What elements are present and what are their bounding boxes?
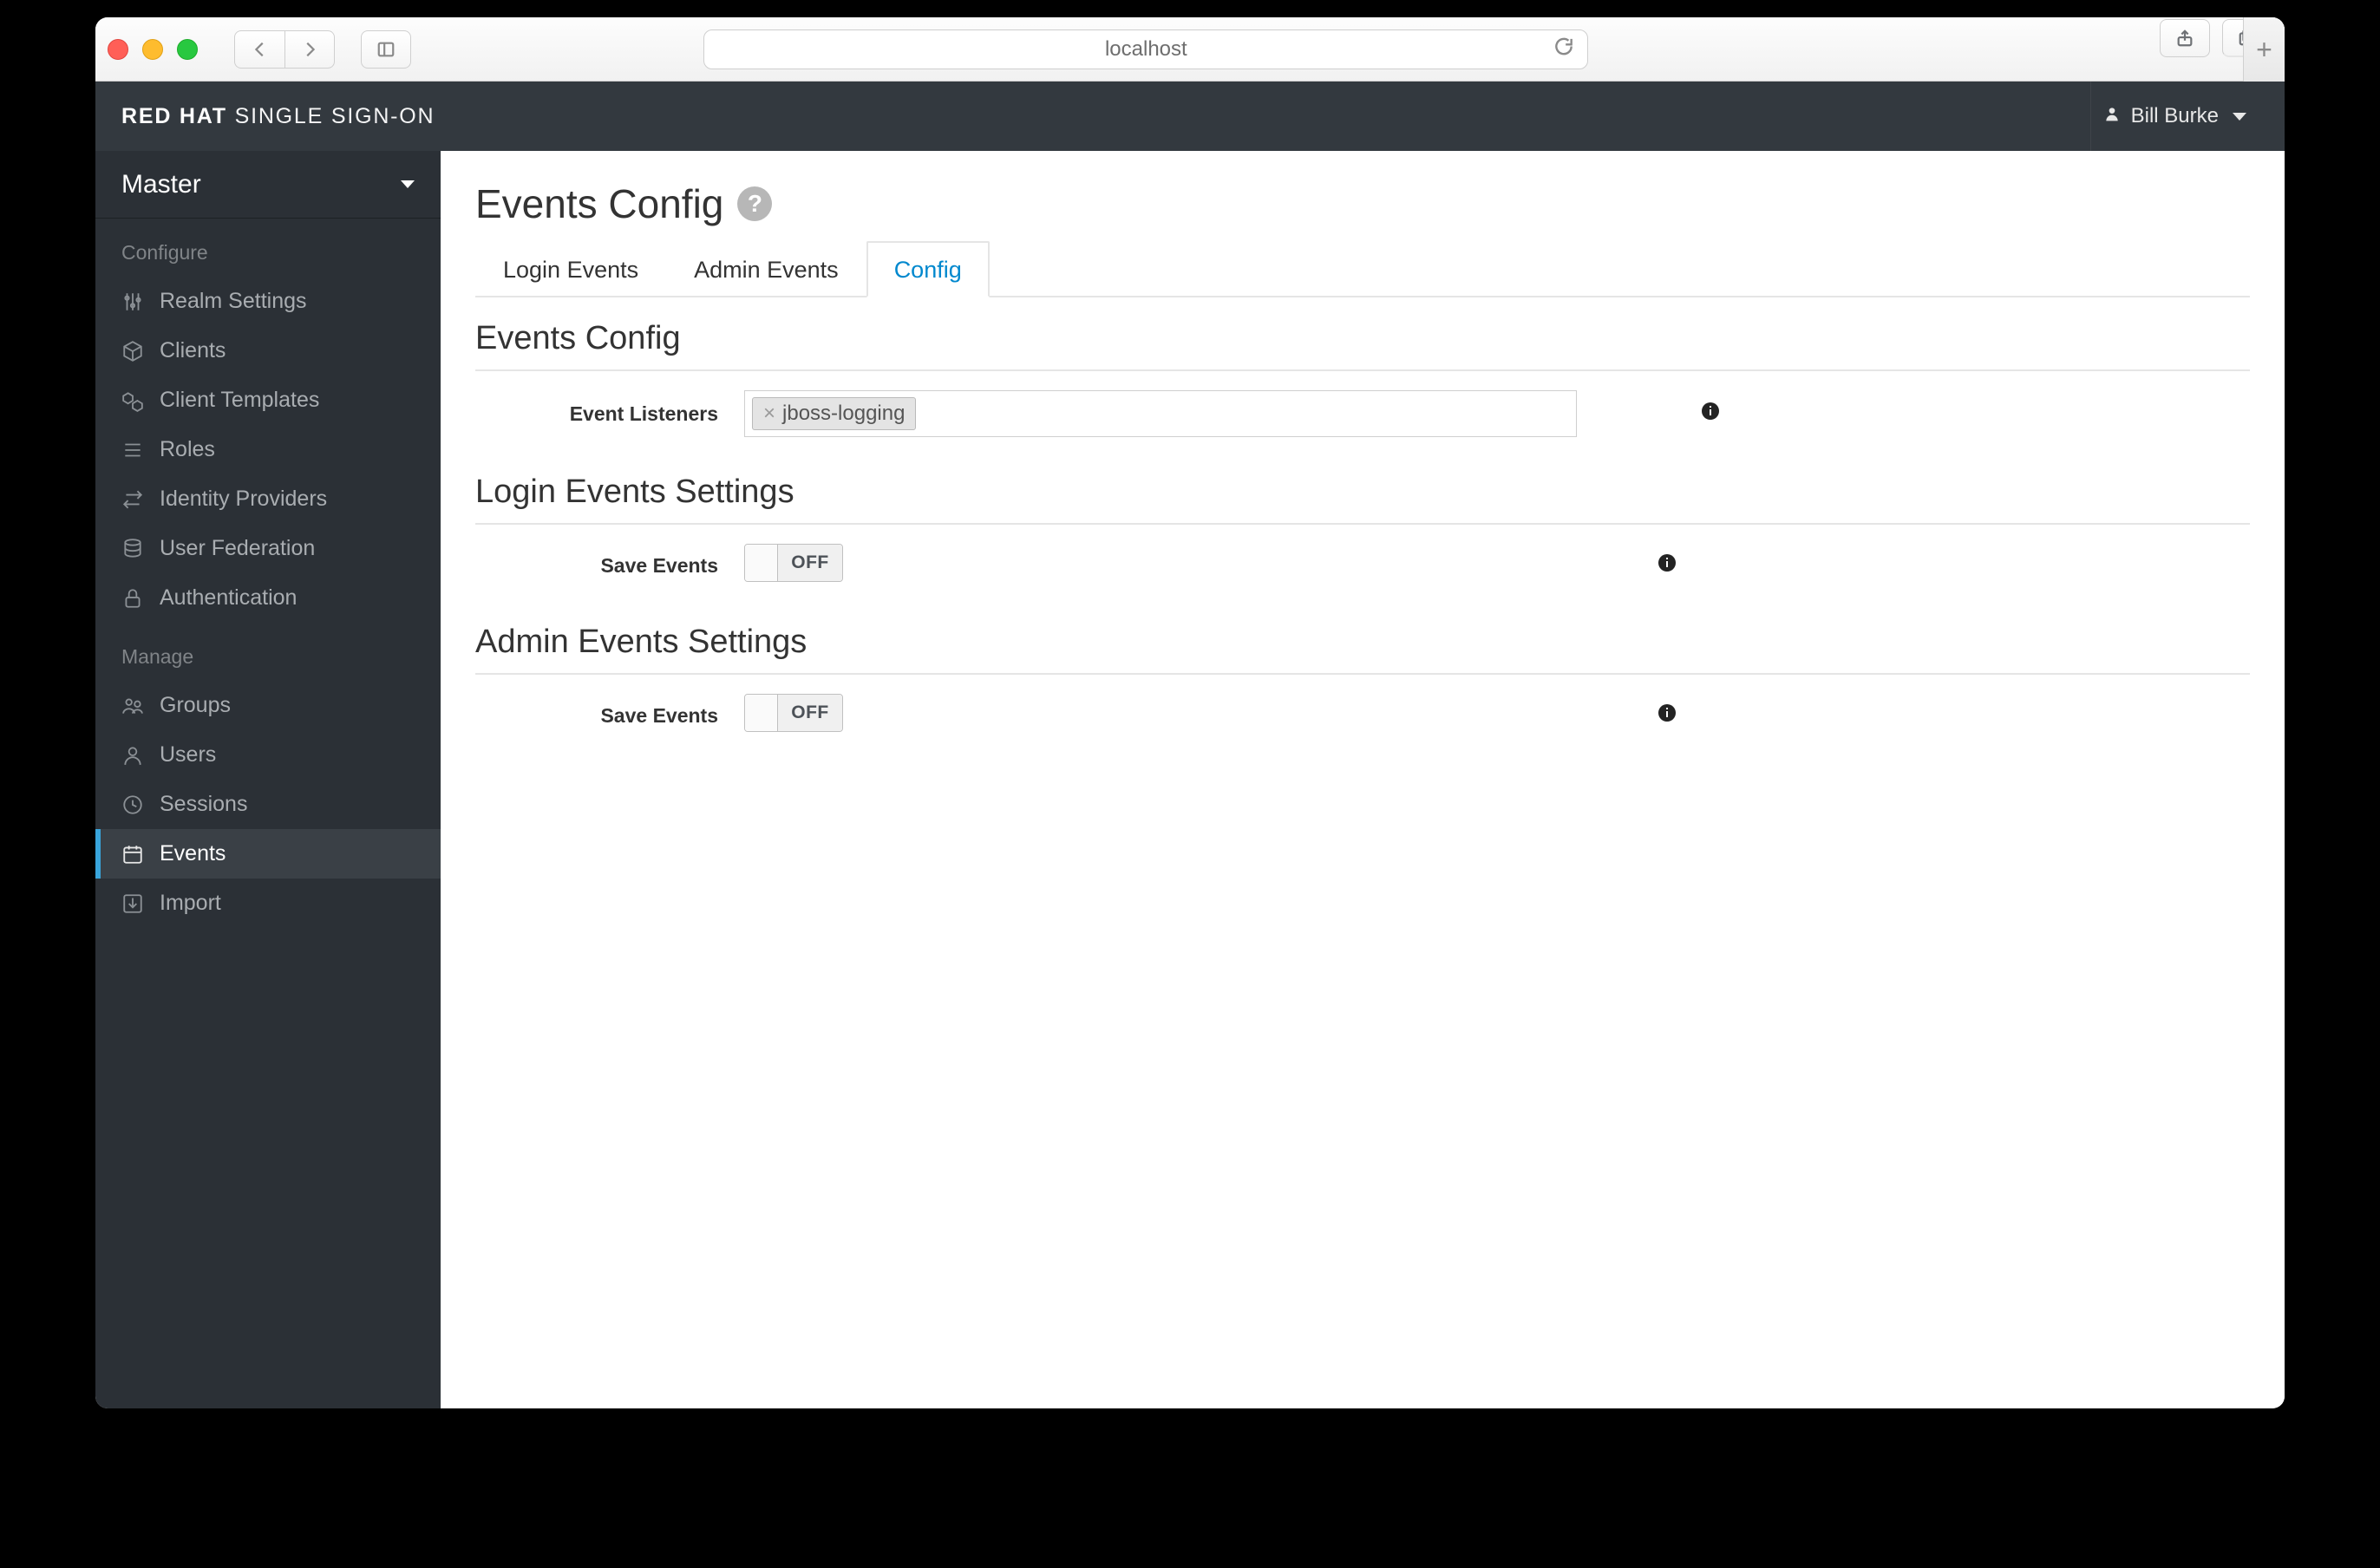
user-menu[interactable]: Bill Burke [2090, 82, 2259, 151]
calendar-icon [121, 843, 144, 866]
toggle-state: OFF [778, 695, 842, 731]
group-icon [121, 695, 144, 717]
sidebar-item-roles[interactable]: Roles [95, 425, 441, 474]
sidebar-item-realm-settings[interactable]: Realm Settings [95, 277, 441, 326]
sidebar-item-clients[interactable]: Clients [95, 326, 441, 376]
brand-thin: SINGLE SIGN-ON [235, 104, 435, 128]
fullscreen-window-button[interactable] [177, 39, 198, 60]
main-content: Events Config ? Login Events Admin Event… [441, 151, 2285, 1408]
minimize-window-button[interactable] [142, 39, 163, 60]
label-event-listeners: Event Listeners [475, 402, 744, 426]
toggle-admin-save-events[interactable]: OFF [744, 694, 843, 732]
browser-window: localhost + RED HAT SINGLE SIGN-ON Bill … [95, 17, 2285, 1408]
cubes-icon [121, 389, 144, 412]
sidebar-item-label: Client Templates [160, 388, 319, 413]
chip-label: jboss-logging [782, 402, 905, 426]
row-admin-save-events: Save Events OFF [475, 678, 2250, 753]
lock-icon [121, 587, 144, 610]
window-controls [108, 39, 198, 60]
sidebar-toggle-button[interactable] [361, 30, 411, 69]
sidebar-item-groups[interactable]: Groups [95, 681, 441, 730]
toggle-knob [745, 545, 778, 581]
toggle-state: OFF [778, 545, 842, 581]
sidebar-item-import[interactable]: Import [95, 879, 441, 928]
sidebar-item-label: Identity Providers [160, 487, 327, 512]
sidebar-item-label: Users [160, 742, 216, 768]
new-tab-button[interactable]: + [2243, 17, 2285, 82]
reload-icon[interactable] [1553, 35, 1575, 63]
brand-logo: RED HAT SINGLE SIGN-ON [121, 104, 435, 129]
sidebar-item-label: Groups [160, 693, 231, 718]
realm-name: Master [121, 170, 201, 199]
exchange-icon [121, 488, 144, 511]
tabs: Login Events Admin Events Config [475, 241, 2250, 297]
info-icon[interactable] [1657, 552, 1677, 573]
chevron-down-icon [401, 180, 415, 188]
sidebar-item-label: User Federation [160, 536, 315, 561]
browser-chrome: localhost + [95, 17, 2285, 82]
section-label-manage: Manage [95, 623, 441, 681]
sidebar-item-label: Events [160, 841, 226, 866]
sliders-icon [121, 291, 144, 313]
tab-login-events[interactable]: Login Events [475, 241, 666, 297]
help-icon[interactable]: ? [737, 186, 772, 221]
list-icon [121, 439, 144, 461]
sidebar: Master Configure Realm Settings Clients [95, 151, 441, 1408]
tab-label: Admin Events [694, 257, 839, 283]
user-icon [121, 744, 144, 767]
nav-buttons [234, 30, 335, 69]
toggle-login-save-events[interactable]: OFF [744, 544, 843, 582]
forward-button[interactable] [284, 30, 335, 69]
brand-bold: RED HAT [121, 104, 227, 128]
sidebar-item-label: Realm Settings [160, 289, 307, 314]
sidebar-item-label: Roles [160, 437, 215, 462]
sidebar-item-authentication[interactable]: Authentication [95, 573, 441, 623]
event-listeners-input[interactable]: × jboss-logging [744, 390, 1577, 437]
address-bar[interactable]: localhost [703, 29, 1588, 69]
row-event-listeners: Event Listeners × jboss-logging [475, 375, 2250, 453]
chevron-down-icon [2233, 113, 2246, 121]
clock-icon [121, 794, 144, 816]
info-icon[interactable] [1700, 401, 1721, 421]
remove-chip-icon[interactable]: × [763, 403, 775, 424]
database-icon [121, 538, 144, 560]
toggle-knob [745, 695, 778, 731]
section-events-config: Events Config [475, 320, 2250, 371]
page-title-text: Events Config [475, 180, 723, 227]
section-label-configure: Configure [95, 219, 441, 277]
label-admin-save-events: Save Events [475, 704, 744, 728]
sidebar-item-user-federation[interactable]: User Federation [95, 524, 441, 573]
sidebar-item-label: Sessions [160, 792, 247, 817]
address-text: localhost [1105, 37, 1187, 62]
sidebar-item-label: Clients [160, 338, 226, 363]
sidebar-item-client-templates[interactable]: Client Templates [95, 376, 441, 425]
sidebar-item-label: Authentication [160, 585, 297, 611]
share-button[interactable] [2160, 19, 2210, 57]
page-title: Events Config ? [475, 180, 2250, 227]
label-login-save-events: Save Events [475, 554, 744, 578]
row-login-save-events: Save Events OFF [475, 528, 2250, 603]
sidebar-item-sessions[interactable]: Sessions [95, 780, 441, 829]
cube-icon [121, 340, 144, 363]
section-admin-events: Admin Events Settings [475, 624, 2250, 675]
back-button[interactable] [234, 30, 284, 69]
tab-admin-events[interactable]: Admin Events [666, 241, 866, 297]
chip-jboss-logging[interactable]: × jboss-logging [752, 397, 916, 430]
tab-label: Login Events [503, 257, 638, 283]
sidebar-item-events[interactable]: Events [95, 829, 441, 879]
sidebar-item-identity-providers[interactable]: Identity Providers [95, 474, 441, 524]
info-icon[interactable] [1657, 702, 1677, 723]
import-icon [121, 892, 144, 915]
section-login-events: Login Events Settings [475, 474, 2250, 525]
user-name: Bill Burke [2131, 104, 2219, 128]
close-window-button[interactable] [108, 39, 128, 60]
tab-label: Config [894, 257, 962, 283]
sidebar-item-users[interactable]: Users [95, 730, 441, 780]
app-header: RED HAT SINGLE SIGN-ON Bill Burke [95, 82, 2285, 151]
tab-config[interactable]: Config [866, 241, 990, 297]
user-icon [2103, 104, 2121, 128]
sidebar-item-label: Import [160, 891, 221, 916]
realm-selector[interactable]: Master [95, 151, 441, 219]
